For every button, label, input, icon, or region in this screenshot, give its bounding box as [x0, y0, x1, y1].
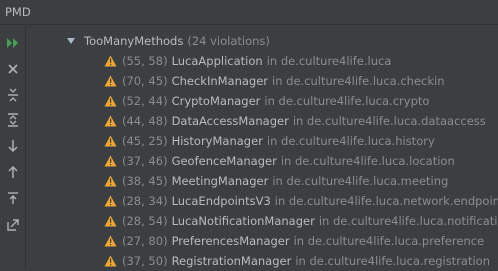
tree-group-row[interactable]: TooManyMethods (24 violations) — [27, 31, 498, 51]
group-name: TooManyMethods — [84, 34, 184, 48]
violation-location: (44, 48) — [122, 114, 168, 128]
class-name: GeofenceManager — [171, 154, 277, 168]
package-name: in de.culture4life.luca.checkin — [272, 74, 445, 88]
collapse-all-icon[interactable] — [3, 85, 23, 105]
tree-row[interactable]: (37, 50) RegistrationManager in de.culture… — [27, 251, 498, 271]
scrollbar[interactable] — [492, 26, 498, 270]
tree-row[interactable]: (28, 34) LucaEndpointsV3 in de.culture4lif… — [27, 191, 498, 211]
package-name: in de.culture4life.luca.dataaccess — [292, 114, 486, 128]
violation-location: (38, 45) — [122, 174, 168, 188]
warning-icon — [104, 255, 117, 267]
expand-all-icon[interactable] — [3, 110, 23, 130]
tool-window-header: PMD — [0, 0, 498, 25]
class-name: PreferencesManager — [171, 234, 290, 248]
warning-icon — [104, 195, 117, 207]
tree-row[interactable]: (37, 46) GeofenceManager in de.culture4lif… — [27, 151, 498, 171]
class-name: LucaEndpointsV3 — [171, 194, 271, 208]
tree-row[interactable]: (45, 25) HistoryManager in de.culture4life… — [27, 131, 498, 151]
violation-location: (37, 50) — [122, 254, 168, 268]
violation-location: (27, 80) — [122, 234, 168, 248]
violation-location: (55, 58) — [122, 54, 168, 68]
tree-row[interactable]: (55, 58) LucaApplication in de.culture4lif… — [27, 51, 498, 71]
package-name: in de.culture4life.luca.crypto — [264, 94, 430, 108]
tree-row[interactable]: (28, 54) LucaNotificationManager in de.cul… — [27, 211, 498, 231]
warning-icon — [104, 135, 117, 147]
warning-icon — [104, 115, 117, 127]
violations-tree[interactable]: TooManyMethods (24 violations) (55, 58) L… — [27, 26, 498, 270]
violation-location: (28, 34) — [122, 194, 168, 208]
expand-toggle-icon[interactable] — [67, 38, 75, 44]
violation-location: (45, 25) — [122, 134, 168, 148]
class-name: LucaNotificationManager — [171, 214, 315, 228]
class-name: RegistrationManager — [171, 254, 292, 268]
class-name: DataAccessManager — [171, 114, 289, 128]
violation-location: (28, 54) — [122, 214, 168, 228]
package-name: in de.culture4life.luca.history — [266, 134, 435, 148]
rerun-icon[interactable] — [3, 33, 23, 53]
violation-location: (70, 45) — [122, 74, 168, 88]
class-name: CryptoManager — [171, 94, 261, 108]
next-occurrence-icon[interactable] — [3, 136, 23, 156]
vertical-toolbar — [0, 26, 26, 270]
class-name: LucaApplication — [171, 54, 263, 68]
package-name: in de.culture4life.luca — [266, 54, 392, 68]
package-name: in de.culture4life.luca.network.endpoint… — [274, 194, 498, 208]
warning-icon — [104, 175, 117, 187]
warning-icon — [104, 95, 117, 107]
violation-location: (37, 46) — [122, 154, 168, 168]
class-name: HistoryManager — [171, 134, 263, 148]
warning-icon — [104, 235, 117, 247]
package-name: in de.culture4life.luca.preference — [293, 234, 485, 248]
close-icon[interactable] — [3, 59, 23, 79]
tool-window-title: PMD — [5, 5, 31, 19]
previous-occurrence-icon[interactable] — [3, 162, 23, 182]
warning-icon — [104, 215, 117, 227]
warning-icon — [104, 55, 117, 67]
tree-row[interactable]: (52, 44) CryptoManager in de.culture4life.… — [27, 91, 498, 111]
warning-icon — [104, 75, 117, 87]
export-icon[interactable] — [3, 214, 23, 234]
class-name: CheckInManager — [171, 74, 269, 88]
warning-icon — [104, 155, 117, 167]
tree-row[interactable]: (38, 45) MeetingManager in de.culture4life… — [27, 171, 498, 191]
package-name: in de.culture4life.luca.notification — [318, 214, 498, 228]
tree-row[interactable]: (44, 48) DataAccessManager in de.culture4l… — [27, 111, 498, 131]
group-count: (24 violations) — [187, 34, 270, 48]
package-name: in de.culture4life.luca.location — [280, 154, 455, 168]
tree-row[interactable]: (27, 80) PreferencesManager in de.culture4… — [27, 231, 498, 251]
violation-location: (52, 44) — [122, 94, 168, 108]
pin-icon[interactable] — [3, 188, 23, 208]
package-name: in de.culture4life.luca.registration — [295, 254, 490, 268]
package-name: in de.culture4life.luca.meeting — [272, 174, 449, 188]
class-name: MeetingManager — [171, 174, 269, 188]
tree-row[interactable]: (70, 45) CheckInManager in de.culture4life… — [27, 71, 498, 91]
